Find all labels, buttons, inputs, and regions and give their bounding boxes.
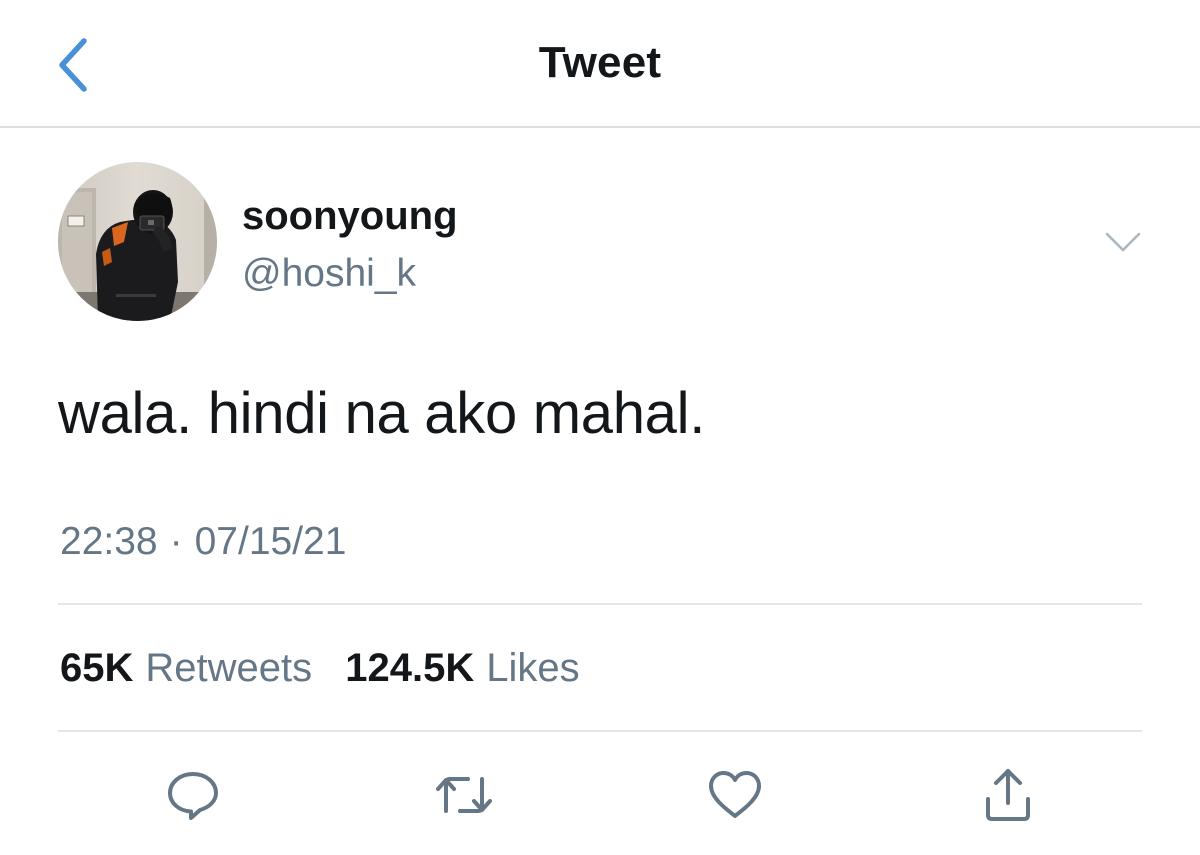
tweet-text: wala. hindi na ako mahal. (58, 381, 706, 446)
tweet-action-bar (0, 760, 1200, 830)
reply-button[interactable] (158, 760, 228, 830)
reply-bubble-icon (168, 772, 218, 820)
likes-count: 124.5K (345, 646, 475, 690)
retweets-label: Retweets (145, 646, 313, 690)
retweets-stat[interactable]: 65K Retweets (60, 646, 312, 691)
tweet-timestamp: 22:38 · 07/15/21 (60, 520, 346, 564)
chevron-down-icon (1105, 232, 1141, 252)
likes-stat[interactable]: 124.5K Likes (345, 646, 579, 691)
tweet-time: 22:38 (60, 520, 158, 563)
engagement-stats: 65K Retweets 124.5K Likes (60, 646, 602, 691)
timestamp-separator: · (169, 520, 183, 563)
tweet-date: 07/15/21 (194, 520, 347, 563)
likes-label: Likes (486, 646, 580, 690)
author-display-name[interactable]: soonyoung (242, 194, 458, 239)
share-icon (986, 769, 1030, 821)
heart-icon (709, 771, 761, 818)
avatar[interactable] (58, 162, 217, 321)
retweet-icon (436, 777, 492, 813)
navigation-header: Tweet (0, 0, 1200, 128)
divider (58, 730, 1142, 732)
avatar-photo (58, 162, 217, 321)
author-handle[interactable]: @hoshi_k (242, 252, 416, 296)
like-button[interactable] (700, 760, 770, 830)
retweet-button[interactable] (429, 760, 499, 830)
retweets-count: 65K (60, 646, 134, 690)
divider (58, 603, 1142, 605)
share-button[interactable] (973, 760, 1043, 830)
tweet-options-button[interactable] (1100, 222, 1146, 262)
page-title: Tweet (538, 38, 662, 87)
